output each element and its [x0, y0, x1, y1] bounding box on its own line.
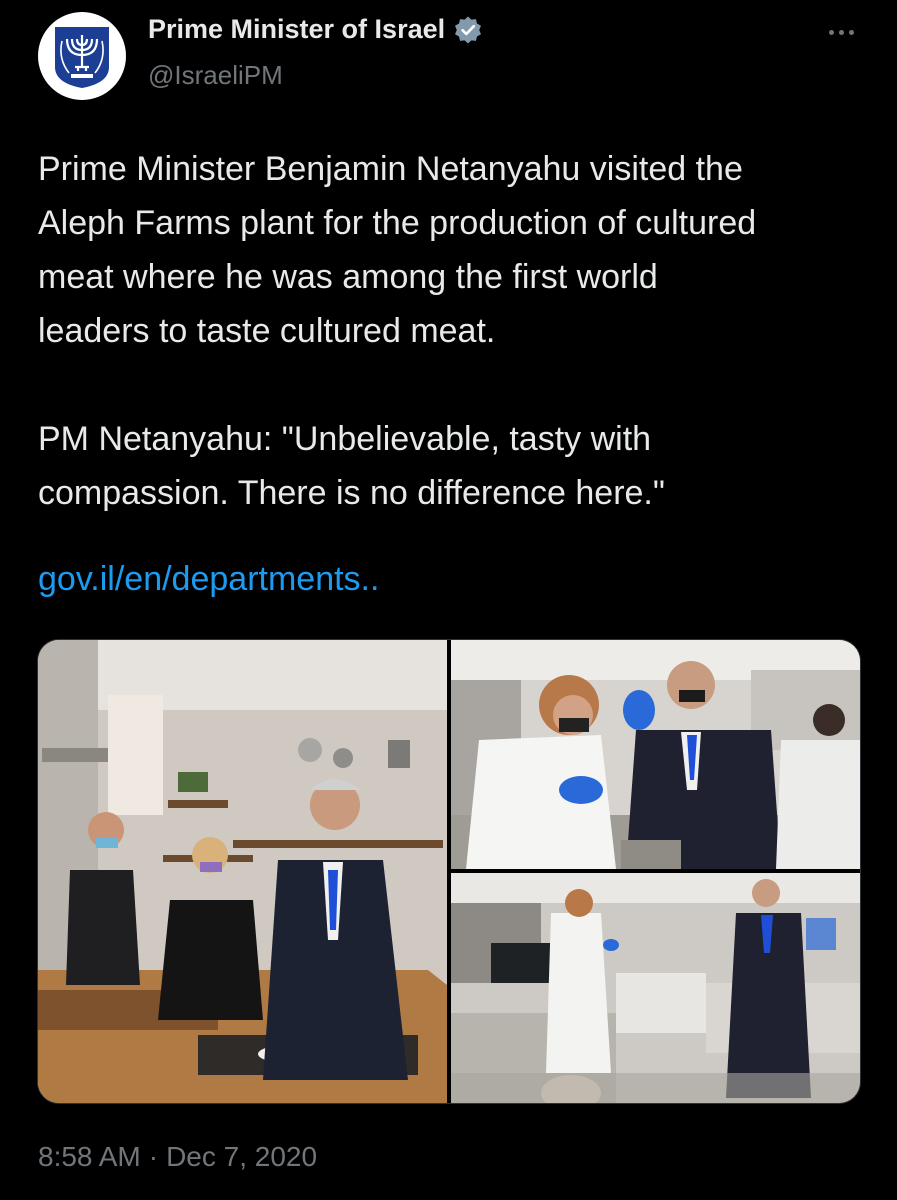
more-options-icon[interactable]	[823, 22, 859, 42]
verified-badge-icon[interactable]	[453, 15, 483, 45]
photo-lab-closeup[interactable]	[451, 640, 860, 869]
tweet-time: 8:58 AM	[38, 1141, 141, 1172]
media-grid	[37, 639, 861, 1104]
author-name-row: Prime Minister of Israel	[148, 14, 483, 45]
tweet-timestamp[interactable]: 8:58 AM · Dec 7, 2020	[38, 1141, 317, 1173]
avatar[interactable]	[38, 12, 126, 100]
photo-lab-wide[interactable]	[451, 873, 860, 1103]
tweet-link[interactable]: gov.il/en/departments..	[38, 560, 379, 599]
tweet-date: Dec 7, 2020	[166, 1141, 318, 1172]
israel-emblem-icon	[55, 27, 109, 88]
timestamp-separator: ·	[148, 1141, 159, 1172]
handle[interactable]: @IsraeliPM	[148, 60, 283, 91]
photo-tasting[interactable]	[38, 640, 447, 1103]
display-name[interactable]: Prime Minister of Israel	[148, 14, 445, 45]
tweet-text: Prime Minister Benjamin Netanyahu visite…	[38, 150, 757, 512]
